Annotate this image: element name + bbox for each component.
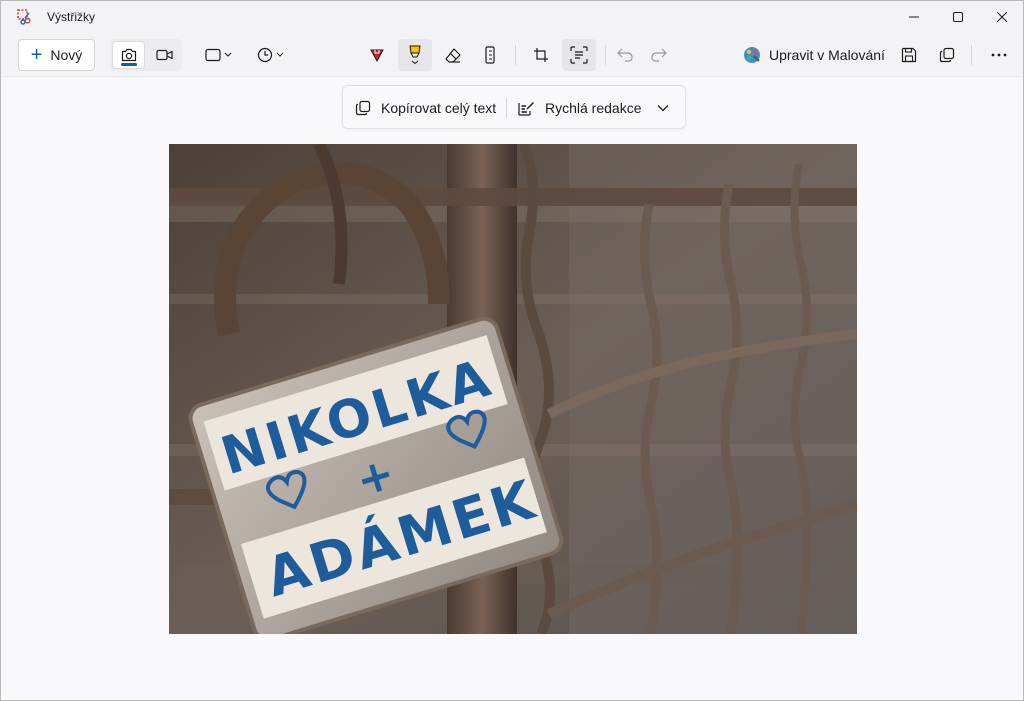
- crop-icon: [534, 48, 548, 62]
- copy-all-text-button[interactable]: Kopírovat celý text: [355, 92, 496, 124]
- toolbar: + Nový Upravit v Malování: [1, 33, 1023, 77]
- camera-icon: [121, 48, 136, 62]
- save-button[interactable]: [892, 39, 926, 71]
- clock-icon: [257, 47, 284, 63]
- copy-icon: [355, 100, 371, 116]
- video-camera-icon: [155, 49, 173, 61]
- minimize-button[interactable]: [891, 1, 937, 33]
- copy-all-text-label: Kopírovat celý text: [381, 100, 497, 116]
- close-icon: [997, 12, 1007, 22]
- delay-timer-dropdown[interactable]: [251, 39, 291, 71]
- more-options-button[interactable]: [982, 39, 1016, 71]
- window-title: Výstřižky: [47, 10, 95, 24]
- toolbar-divider: [515, 45, 516, 65]
- highlighter-button[interactable]: [398, 39, 432, 71]
- captured-screenshot-image: NIKOLKA + ADÁMEK: [169, 144, 857, 634]
- copy-button[interactable]: [930, 39, 964, 71]
- plus-icon: +: [30, 44, 43, 66]
- selected-indicator: [121, 63, 137, 66]
- pen-icon: [370, 49, 384, 63]
- video-mode-button[interactable]: [148, 41, 180, 69]
- title-bar[interactable]: Výstřižky: [1, 1, 1023, 33]
- undo-button[interactable]: [608, 39, 642, 71]
- ruler-icon: [485, 46, 495, 64]
- screenshot-mode-button[interactable]: [112, 41, 145, 69]
- new-snip-button[interactable]: + Nový: [18, 39, 95, 71]
- redo-button[interactable]: [642, 39, 676, 71]
- text-actions-button[interactable]: [562, 39, 596, 71]
- crop-button[interactable]: [524, 39, 558, 71]
- rectangle-snip-icon: [205, 48, 232, 62]
- toolbar-divider: [971, 45, 972, 65]
- eraser-icon: [445, 48, 461, 63]
- copy-icon: [939, 47, 955, 63]
- undo-icon: [617, 48, 633, 62]
- textbar-divider: [506, 98, 507, 118]
- edit-in-paint-button[interactable]: Upravit v Malování: [737, 39, 887, 71]
- maximize-icon: [953, 12, 963, 22]
- minimize-icon: [909, 16, 919, 18]
- text-actions-icon: [570, 46, 588, 64]
- quick-redact-button[interactable]: Rychlá redakce: [517, 92, 642, 124]
- text-actions-bar: Kopírovat celý text Rychlá redakce: [342, 85, 686, 129]
- toolbar-divider: [605, 45, 606, 65]
- ruler-button[interactable]: [473, 39, 507, 71]
- paint-icon: [744, 47, 760, 63]
- highlighter-icon: [409, 45, 421, 65]
- save-icon: [901, 47, 917, 63]
- quick-redact-label: Rychlá redakce: [545, 100, 642, 116]
- maximize-button[interactable]: [935, 1, 981, 33]
- snipping-tool-window: Výstřižky + Nový Upravit v Malování Kopí…: [0, 0, 1024, 701]
- redo-icon: [651, 48, 667, 62]
- ballpoint-pen-button[interactable]: [360, 39, 394, 71]
- more-icon: [991, 53, 1007, 57]
- capture-mode-toggle: [110, 39, 182, 71]
- edit-in-paint-label: Upravit v Malování: [769, 47, 885, 63]
- close-button[interactable]: [979, 1, 1023, 33]
- chevron-down-icon: [657, 105, 669, 112]
- snip-shape-dropdown[interactable]: [199, 39, 239, 71]
- quick-redact-dropdown[interactable]: [651, 92, 675, 124]
- eraser-button[interactable]: [436, 39, 470, 71]
- new-snip-label: Nový: [50, 47, 83, 63]
- redact-icon: [518, 102, 534, 116]
- snipping-tool-app-icon: [17, 9, 31, 25]
